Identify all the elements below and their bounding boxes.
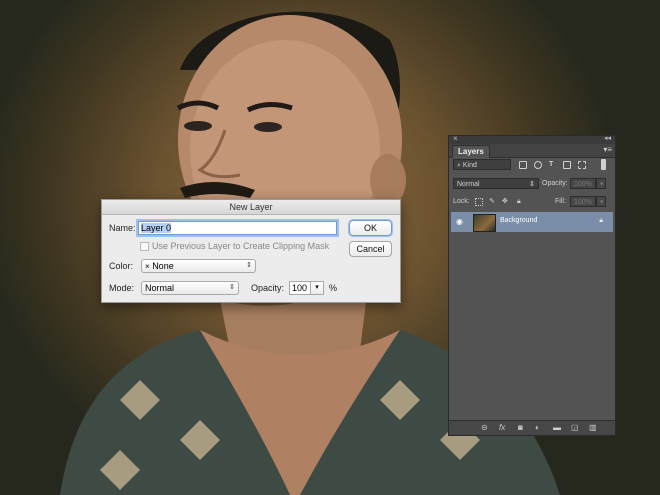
color-value: None: [152, 261, 174, 271]
panel-footer: ⊝ fx ◙ ◐ ▬ ◲ ▥: [449, 420, 615, 435]
chevron-updown-icon: ⇕: [229, 284, 235, 291]
opacity-dropdown-icon[interactable]: ▾: [311, 281, 324, 295]
folder-icon[interactable]: ▬: [553, 423, 561, 432]
filter-type-icon[interactable]: T: [549, 159, 553, 170]
filter-row: ⌕ Kind T: [449, 157, 615, 172]
dialog-title: New Layer: [102, 200, 400, 215]
filter-shape-icon[interactable]: [563, 161, 571, 169]
ok-button[interactable]: OK: [349, 220, 392, 236]
close-icon[interactable]: ×: [453, 134, 458, 143]
opacity-input[interactable]: 100: [289, 281, 311, 295]
name-input[interactable]: Layer 0: [138, 221, 337, 235]
layers-panel: × ◂◂ Layers ▾≡ ⌕ Kind T Normal ⇕ Opacity…: [448, 134, 616, 436]
trash-icon[interactable]: ▥: [589, 423, 597, 432]
name-label: Name:: [109, 223, 136, 233]
color-label: Color:: [109, 261, 134, 271]
lock-brush-icon[interactable]: ✎: [489, 196, 495, 207]
chevron-updown-icon: ⇕: [529, 181, 535, 188]
layer-name: Background: [500, 217, 538, 224]
fill-dropdown-icon[interactable]: ▾: [596, 196, 606, 207]
lock-move-icon[interactable]: ✥: [502, 196, 508, 207]
filter-pixel-icon[interactable]: [519, 161, 527, 169]
mode-value: Normal: [145, 283, 175, 293]
opacity-dropdown-icon[interactable]: ▾: [596, 178, 606, 189]
fx-icon[interactable]: fx: [499, 423, 505, 432]
fill-label: Fill:: [555, 198, 566, 205]
filter-smart-object-icon[interactable]: [578, 161, 586, 169]
filter-kind-label: Kind: [462, 162, 477, 169]
filter-toggle-icon[interactable]: [601, 159, 606, 170]
cancel-button[interactable]: Cancel: [349, 241, 392, 257]
mask-icon[interactable]: ◙: [518, 423, 523, 432]
layer-thumbnail: [473, 214, 496, 232]
blend-mode-value: Normal: [457, 181, 480, 188]
color-swatch-icon: ×: [145, 262, 150, 271]
adjustment-icon[interactable]: ◐: [535, 423, 540, 432]
color-select[interactable]: × None ⇕: [141, 259, 256, 273]
lock-all-icon[interactable]: 🔒︎: [517, 196, 521, 207]
panel-tabs: Layers ▾≡: [449, 144, 615, 158]
opacity-unit: %: [329, 283, 338, 293]
opacity-label: Opacity:: [251, 283, 285, 293]
panel-topbar: × ◂◂: [449, 134, 615, 144]
blend-row: Normal ⇕ Opacity: 100% ▾: [449, 176, 615, 191]
collapse-icon[interactable]: ◂◂: [604, 134, 611, 142]
clipping-mask-label: Use Previous Layer to Create Clipping Ma…: [152, 241, 330, 251]
filter-kind-select[interactable]: ⌕ Kind: [453, 159, 511, 170]
chevron-updown-icon: ⇕: [246, 262, 252, 269]
panel-menu-icon[interactable]: ▾≡: [603, 145, 612, 154]
lock-icon: 🔒︎: [599, 217, 603, 224]
lock-label: Lock:: [453, 198, 470, 205]
mode-select[interactable]: Normal ⇕: [141, 281, 239, 295]
blend-mode-select[interactable]: Normal ⇕: [453, 178, 539, 189]
layer-row[interactable]: ◉ Background 🔒︎: [451, 212, 613, 232]
fill-input[interactable]: 100%: [570, 196, 596, 207]
search-icon: ⌕: [457, 162, 461, 169]
link-icon[interactable]: ⊝: [481, 423, 488, 432]
clipping-mask-checkbox[interactable]: [140, 242, 149, 251]
opacity-label: Opacity:: [542, 180, 568, 187]
mode-label: Mode:: [109, 283, 135, 293]
eye-icon[interactable]: ◉: [456, 217, 463, 226]
opacity-input[interactable]: 100%: [570, 178, 596, 189]
filter-adjustment-icon[interactable]: [534, 161, 542, 169]
lock-row: Lock: ✎ ✥ 🔒︎ Fill: 100% ▾: [449, 194, 615, 209]
new-layer-icon[interactable]: ◲: [571, 423, 579, 432]
name-input-value: Layer 0: [141, 223, 172, 233]
lock-transparent-icon[interactable]: [475, 198, 483, 206]
